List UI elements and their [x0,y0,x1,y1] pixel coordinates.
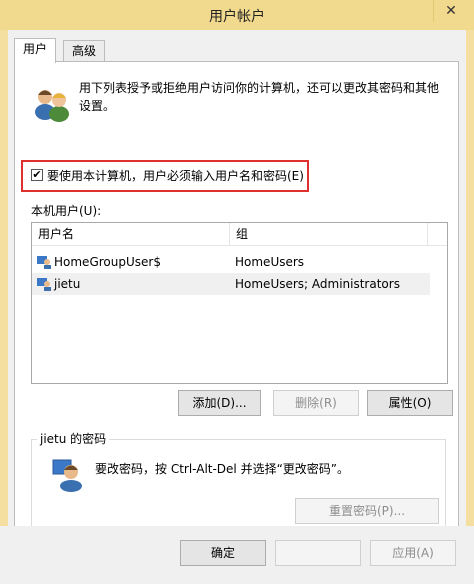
column-header-group[interactable]: 组 [230,223,428,245]
table-row[interactable]: HomeGroupUser$ HomeUsers [32,251,430,273]
table-header: 用户名 组 [32,223,447,246]
cell-group: HomeUsers [235,255,305,269]
column-header-username[interactable]: 用户名 [32,223,230,245]
user-key-icon [52,459,82,492]
user-list[interactable]: 用户名 组 HomeGroupUser$ HomeUsers jietu Hom… [31,222,448,384]
cell-username: HomeGroupUser$ [54,255,161,269]
tab-advanced[interactable]: 高级 [63,40,106,62]
properties-button[interactable]: 属性(O) [367,390,453,416]
password-group-title: jietu 的密码 [37,430,110,447]
require-password-checkbox[interactable]: ✔ [31,169,43,181]
close-button[interactable]: ✕ [433,0,468,22]
password-instructions: 要改密码，按 Ctrl-Alt-Del 并选择“更改密码”。 [95,462,350,476]
reset-password-button[interactable]: 重置密码(P)... [295,498,439,524]
delete-user-button[interactable]: 删除(R) [273,390,359,416]
local-users-label: 本机用户(U): [31,204,102,218]
ok-button[interactable]: 确定 [180,540,266,566]
window-title: 用户帐户 [209,9,265,25]
users-icon [35,90,69,122]
dialog-client: 用户 高级 用下列表授予或拒绝用户访问你的计算机，还可以更改其密码和其他设置。 … [8,30,466,578]
tab-users[interactable]: 用户 [14,38,57,63]
cell-username: jietu [54,277,81,291]
add-user-button[interactable]: 添加(D)... [178,390,261,416]
apply-button[interactable]: 应用(A) [370,540,456,566]
cell-group: HomeUsers; Administrators [235,277,400,291]
user-icon [37,256,51,269]
intro-text: 用下列表授予或拒绝用户访问你的计算机，还可以更改其密码和其他设置。 [79,81,440,113]
users-panel: 用下列表授予或拒绝用户访问你的计算机，还可以更改其密码和其他设置。 ✔ 要使用本… [14,61,459,553]
user-icon [37,278,51,291]
cancel-button[interactable] [275,540,361,566]
close-icon: ✕ [445,3,457,19]
check-icon: ✔ [32,168,42,181]
require-password-label[interactable]: 要使用本计算机，用户必须输入用户名和密码(E) [47,167,304,184]
table-row[interactable]: jietu HomeUsers; Administrators [32,273,430,295]
title-bar: 用户帐户 ✕ [0,0,474,30]
